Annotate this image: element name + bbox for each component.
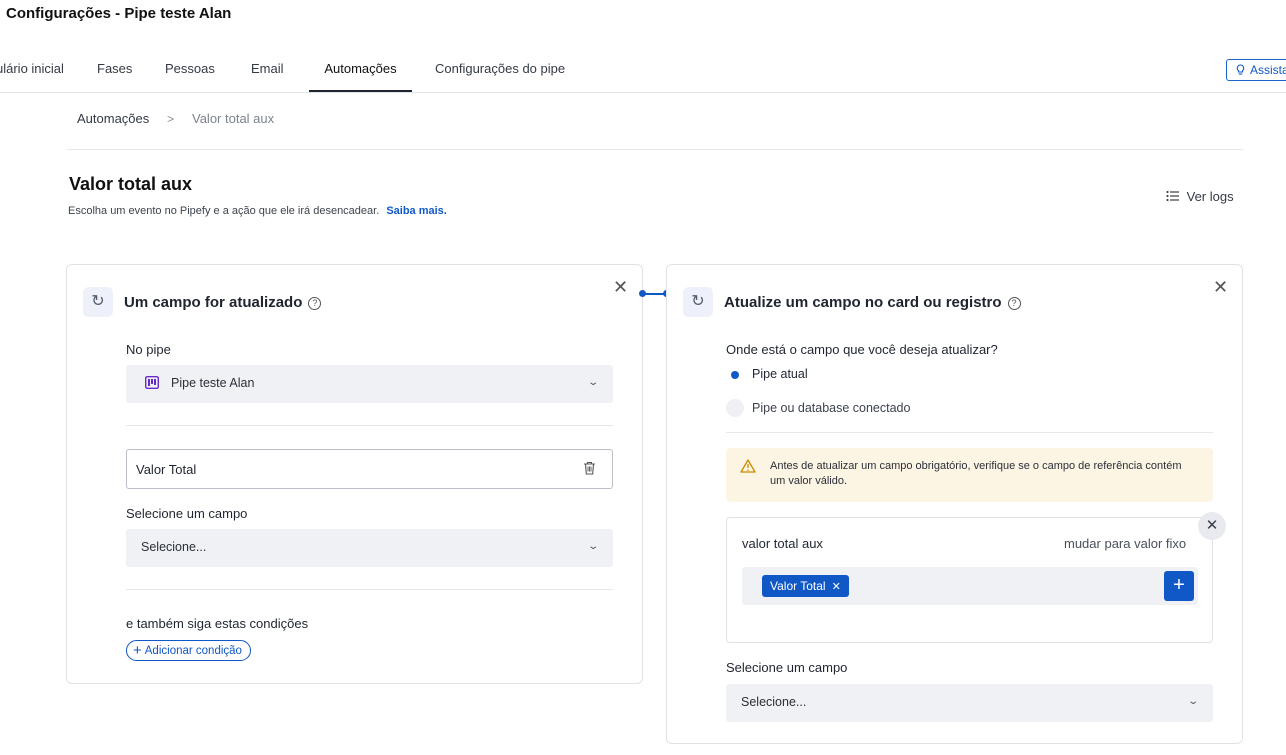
refresh-icon: ↻ xyxy=(683,287,713,317)
radio-pipe-conectado[interactable] xyxy=(726,399,744,417)
radio-pipe-conectado-label[interactable]: Pipe ou database conectado xyxy=(752,401,910,415)
close-icon[interactable]: ✕ xyxy=(1213,278,1228,296)
divider xyxy=(126,425,613,426)
tab-email[interactable]: Email xyxy=(251,48,284,92)
breadcrumb-root[interactable]: Automações xyxy=(77,111,149,126)
action-field-select-placeholder: Selecione... xyxy=(741,695,807,709)
field-value-box: valor total aux mudar para valor fixo Va… xyxy=(726,517,1213,643)
automation-subtitle: Escolha um evento no Pipefy e a ação que… xyxy=(68,205,447,217)
tab-formulario-inicial[interactable]: ulário inicial xyxy=(0,48,64,92)
field-chip-label: Valor Total xyxy=(770,579,826,593)
trigger-card: ✕ ↻ Um campo for atualizado? No pipe Pip… xyxy=(66,264,643,684)
breadcrumb-current: Valor total aux xyxy=(192,111,275,126)
remove-field-icon[interactable]: ✕ xyxy=(1198,512,1226,540)
page-title: Configurações - Pipe teste Alan xyxy=(6,5,232,22)
automation-title: Valor total aux xyxy=(69,174,193,194)
list-icon xyxy=(1166,189,1187,204)
selected-field[interactable]: Valor Total xyxy=(126,449,613,489)
warning-icon xyxy=(740,459,756,478)
tab-bar: ulário inicial Fases Pessoas Email Autom… xyxy=(0,48,1286,93)
pipe-select[interactable]: Pipe teste Alan ⌄ xyxy=(126,365,613,403)
assist-label: Assista xyxy=(1250,63,1286,77)
view-logs-button[interactable]: Ver logs xyxy=(1166,189,1234,204)
view-logs-label: Ver logs xyxy=(1186,189,1234,204)
field-select-placeholder: Selecione... xyxy=(141,540,207,554)
trash-icon[interactable] xyxy=(583,461,596,478)
trigger-title: Um campo for atualizado? xyxy=(124,294,322,311)
assist-button[interactable]: Assista xyxy=(1226,59,1286,81)
warning-text: Antes de atualizar um campo obrigatório,… xyxy=(770,460,1182,487)
breadcrumb-separator-icon: > xyxy=(167,112,175,126)
help-icon[interactable]: ? xyxy=(308,297,322,310)
divider xyxy=(126,589,613,590)
tab-automacoes[interactable]: Automações xyxy=(309,48,412,92)
selected-field-value: Valor Total xyxy=(136,462,197,477)
subtitle-text: Escolha um evento no Pipefy e a ação que… xyxy=(68,205,380,217)
add-field-button[interactable]: + xyxy=(1164,571,1194,601)
chip-remove-icon[interactable]: ✕ xyxy=(832,581,841,593)
trigger-title-text: Um campo for atualizado xyxy=(124,294,303,311)
action-title: Atualize um campo no card ou registro? xyxy=(724,294,1021,311)
field-select[interactable]: Selecione... ⌄ xyxy=(126,529,613,567)
conditions-label: e também siga estas condições xyxy=(126,616,309,631)
location-question: Onde está o campo que você deseja atuali… xyxy=(726,342,998,357)
connector-dot xyxy=(639,290,646,297)
action-title-text: Atualize um campo no card ou registro xyxy=(724,294,1002,311)
divider xyxy=(726,432,1213,433)
add-condition-label: Adicionar condição xyxy=(144,645,242,657)
tab-pessoas[interactable]: Pessoas xyxy=(165,48,215,92)
pipe-board-icon xyxy=(144,375,160,392)
radio-pipe-atual-label[interactable]: Pipe atual xyxy=(752,367,808,381)
pipe-label: No pipe xyxy=(126,342,171,357)
tab-configuracoes-do-pipe[interactable]: Configurações do pipe xyxy=(435,48,565,92)
tab-fases[interactable]: Fases xyxy=(97,48,132,92)
select-field-label: Selecione um campo xyxy=(126,506,248,521)
chevron-down-icon: ⌄ xyxy=(586,541,599,552)
divider xyxy=(67,149,1243,150)
learn-more-link[interactable]: Saiba mais. xyxy=(386,205,447,217)
target-field-name: valor total aux xyxy=(742,536,823,551)
chevron-down-icon: ⌄ xyxy=(1186,696,1199,707)
plus-icon: + xyxy=(133,642,142,659)
add-condition-button[interactable]: + Adicionar condição xyxy=(126,640,251,661)
radio-pipe-atual[interactable] xyxy=(726,366,744,384)
warning-banner: Antes de atualizar um campo obrigatório,… xyxy=(726,448,1213,502)
select-field-label: Selecione um campo xyxy=(726,660,848,675)
pipe-select-value: Pipe teste Alan xyxy=(171,376,255,390)
chevron-down-icon: ⌄ xyxy=(586,377,599,388)
field-chip: Valor Total ✕ xyxy=(762,575,849,597)
refresh-icon: ↻ xyxy=(83,287,113,317)
lightbulb-icon xyxy=(1235,60,1246,80)
switch-to-fixed-value-link[interactable]: mudar para valor fixo xyxy=(1064,536,1186,551)
close-icon[interactable]: ✕ xyxy=(613,278,628,296)
help-icon[interactable]: ? xyxy=(1007,297,1021,310)
dynamic-value-input[interactable]: Valor Total ✕ + xyxy=(742,567,1198,605)
action-field-select[interactable]: Selecione... ⌄ xyxy=(726,684,1213,722)
